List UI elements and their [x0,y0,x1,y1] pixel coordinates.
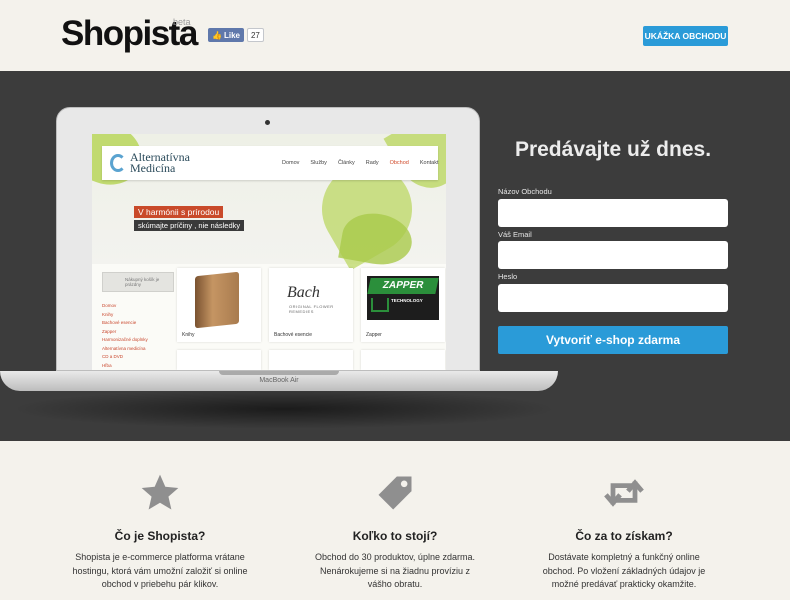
email-label: Váš Email [498,230,532,239]
product-label: Zapper [366,332,382,338]
zapper-wave-icon [371,298,389,312]
feature-what-is: Čo je Shopista? Shopista je e-commerce p… [60,470,260,592]
feature-text: Dostávate kompletný a funkčný online obc… [542,552,706,589]
facebook-like-widget[interactable]: 👍 Like 27 [208,28,264,42]
feature-text: Shopista je e-commerce platforma vrátane… [72,552,248,589]
feature-title: Čo je Shopista? [114,529,206,543]
like-label: Like [223,30,240,40]
laptop-base: MacBook Air [0,371,558,391]
site-product-card: ZAPPER TECHNOLOGY Zapper [361,268,445,342]
star-icon [60,470,260,516]
site-sidebar-item: Knihy [102,311,114,317]
site-nav-item: Články [337,160,355,166]
site-product-card: Bach ORIGINAL FLOWER REMEDIES Bachové es… [269,268,353,342]
price-tag-icon [295,470,495,516]
zapper-logo: ZAPPER TECHNOLOGY [367,276,439,320]
top-header: Shopista beta 👍 Like 27 UKÁŽKA OBCHODU [0,0,790,71]
site-sidebar-item: Zapper [102,328,117,334]
email-input[interactable] [498,241,728,269]
feature-pricing: Koľko to stojí? Obchod do 30 produktov, … [295,470,495,592]
site-name: Alternatívna Medicína [130,150,190,175]
site-sidebar-item: Harmonizačné doplnky [102,337,148,342]
book-image [195,271,239,329]
like-count: 27 [246,28,264,42]
site-product-card [361,350,445,370]
site-cart: Nákupný košík je prázdny [102,272,174,292]
site-sidebar-item: Alternatívna medicína [102,345,146,351]
product-label: Knihy [182,332,195,338]
shop-name-label: Názov Obchodu [498,187,552,196]
site-logo-icon [110,154,126,172]
site-sidebar-item: Hľba [102,362,112,368]
shop-name-input[interactable] [498,199,728,227]
site-nav: Domov Služby Články Rady Obchod Kontakt [282,160,439,166]
laptop-shadow [10,389,558,429]
site-sidebar-item: Bachové esencie [102,320,137,325]
camera-dot [265,120,270,125]
site-nav-item: Kontakt [419,160,439,166]
site-nav-item: Služby [310,160,327,166]
site-product-card [269,350,353,370]
site-sidebar-item: Domov [102,303,117,308]
retweet-icon [524,470,724,516]
laptop-screen: Alternatívna Medicína Domov Služby Článk… [92,134,446,370]
laptop-screen-frame: Alternatívna Medicína Domov Služby Článk… [56,107,480,371]
facebook-like-button[interactable]: 👍 Like [208,28,244,42]
site-product-card [177,350,261,370]
product-label: Bachové esencie [274,332,313,338]
signup-title: Predávajte už dnes. [514,138,712,161]
demo-shop-button[interactable]: UKÁŽKA OBCHODU [643,26,728,46]
feature-title: Čo za to získam? [575,529,673,543]
password-label: Heslo [498,272,518,281]
bach-sub: ORIGINAL FLOWER REMEDIES [289,304,334,314]
feature-text: Obchod do 30 produktov, úplne zdarma. Ne… [315,552,475,589]
site-sidebar-item: CD a DVD [102,354,124,359]
create-eshop-button[interactable]: Vytvoriť e-shop zdarma [498,326,728,354]
feature-title: Koľko to stojí? [352,529,438,543]
password-input[interactable] [498,284,728,312]
beta-label: beta [173,17,191,27]
site-nav-item: Rady [365,160,379,166]
site-nav-item: Domov [282,160,300,166]
feature-benefits: Čo za to získam? Dostávate kompletný a f… [524,470,724,592]
zapper-logo-sub: TECHNOLOGY [391,298,423,303]
site-sidebar: Domov Knihy Bachové esencie Zapper Harmo… [102,302,172,370]
bach-logo: Bach [287,284,320,301]
laptop-notch [219,371,339,375]
laptop-label: MacBook Air [259,377,299,384]
thumbs-up-icon: 👍 [212,30,222,40]
site-header: Alternatívna Medicína Domov Služby Článk… [102,146,439,180]
site-banner-subtitle: skúmajte príčiny , nie následky [134,220,245,231]
site-nav-item: Obchod [389,160,409,166]
zapper-logo-text: ZAPPER [367,278,439,294]
site-product-card: Knihy [177,268,261,342]
site-banner-title: V harmónii s prírodou [134,206,224,218]
